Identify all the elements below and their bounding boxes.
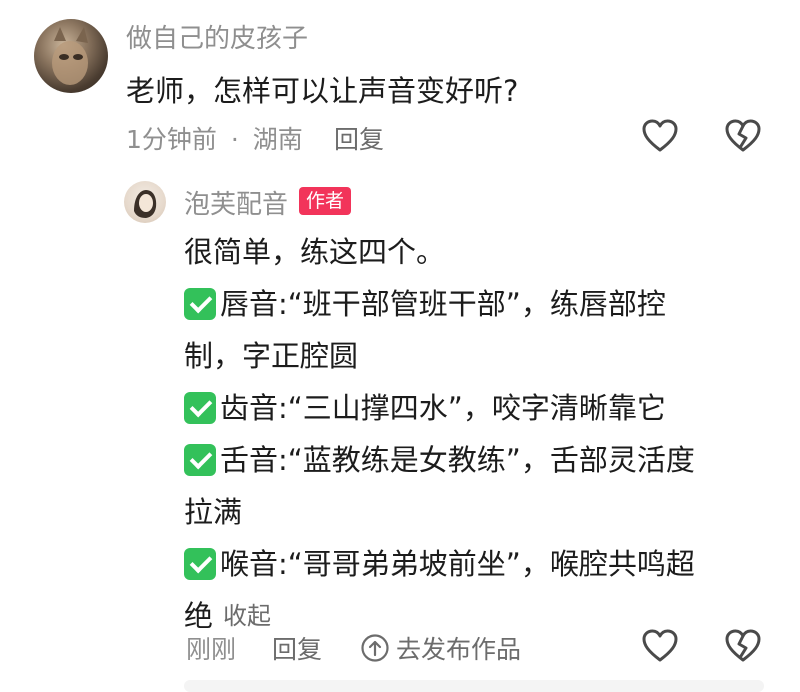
reply-line-text: 制，字正腔圆 — [184, 339, 359, 373]
arrow-up-circle-icon — [361, 634, 389, 662]
reply-line-text: 很简单，练这四个。 — [184, 235, 446, 269]
reply-line: 制，字正腔圆 — [184, 330, 774, 382]
heart-outline-icon — [642, 119, 678, 152]
reply-line-text: 拉满 — [184, 495, 243, 529]
post-works-button[interactable]: 去发布作品 — [360, 630, 521, 666]
reply-line: 唇音:“班干部管班干部”，练唇部控 — [184, 278, 774, 330]
comment-location: 湖南 — [252, 125, 303, 154]
comment-text: 老师，怎样可以让声音变好听? — [126, 74, 519, 108]
broken-heart-icon — [725, 119, 761, 152]
author-badge: 作者 — [299, 187, 352, 215]
check-mark-icon — [184, 392, 216, 424]
dislike-button[interactable] — [723, 116, 763, 156]
comment-reply-button[interactable]: 回复 — [334, 120, 384, 156]
reply-line: 舌音:“蓝教练是女教练”，舌部灵活度 — [184, 434, 774, 486]
author-username[interactable]: 泡芙配音 — [184, 184, 288, 221]
post-works-label: 去发布作品 — [396, 635, 522, 664]
check-mark-icon — [184, 548, 216, 580]
broken-heart-icon — [725, 629, 761, 662]
reply-line: 很简单，练这四个。 — [184, 226, 774, 278]
commenter-avatar[interactable] — [34, 19, 108, 93]
reply-line: 喉音:“哥哥弟弟坡前坐”，喉腔共鸣超 — [184, 538, 774, 590]
reply-reply-button[interactable]: 回复 — [272, 630, 322, 666]
reply-text: 很简单，练这四个。 唇音:“班干部管班干部”，练唇部控 制，字正腔圆 齿音:“三… — [184, 226, 774, 642]
reply-line-text: 舌音:“蓝教练是女教练”，舌部灵活度 — [220, 443, 695, 477]
meta-separator: · — [230, 125, 239, 154]
reply-line-text: 齿音:“三山撑四水”，咬字清晰靠它 — [220, 391, 666, 425]
reply-line: 拉满 — [184, 486, 774, 538]
reply-like-button[interactable] — [640, 626, 680, 666]
reply-line-text: 喉音:“哥哥弟弟坡前坐”，喉腔共鸣超 — [220, 547, 695, 581]
like-button[interactable] — [640, 116, 680, 156]
heart-outline-icon — [642, 629, 678, 662]
check-mark-icon — [184, 444, 216, 476]
reply-line: 齿音:“三山撑四水”，咬字清晰靠它 — [184, 382, 774, 434]
reply-time: 刚刚 — [186, 635, 237, 664]
author-avatar[interactable] — [124, 181, 166, 223]
next-item-edge — [184, 680, 764, 692]
comment-meta: 1分钟前 · 湖南 — [126, 120, 303, 156]
check-mark-icon — [184, 288, 216, 320]
commenter-username[interactable]: 做自己的皮孩子 — [126, 18, 308, 55]
reply-line-text: 唇音:“班干部管班干部”，练唇部控 — [220, 287, 666, 321]
comment-time: 1分钟前 — [126, 125, 217, 154]
reply-dislike-button[interactable] — [723, 626, 763, 666]
